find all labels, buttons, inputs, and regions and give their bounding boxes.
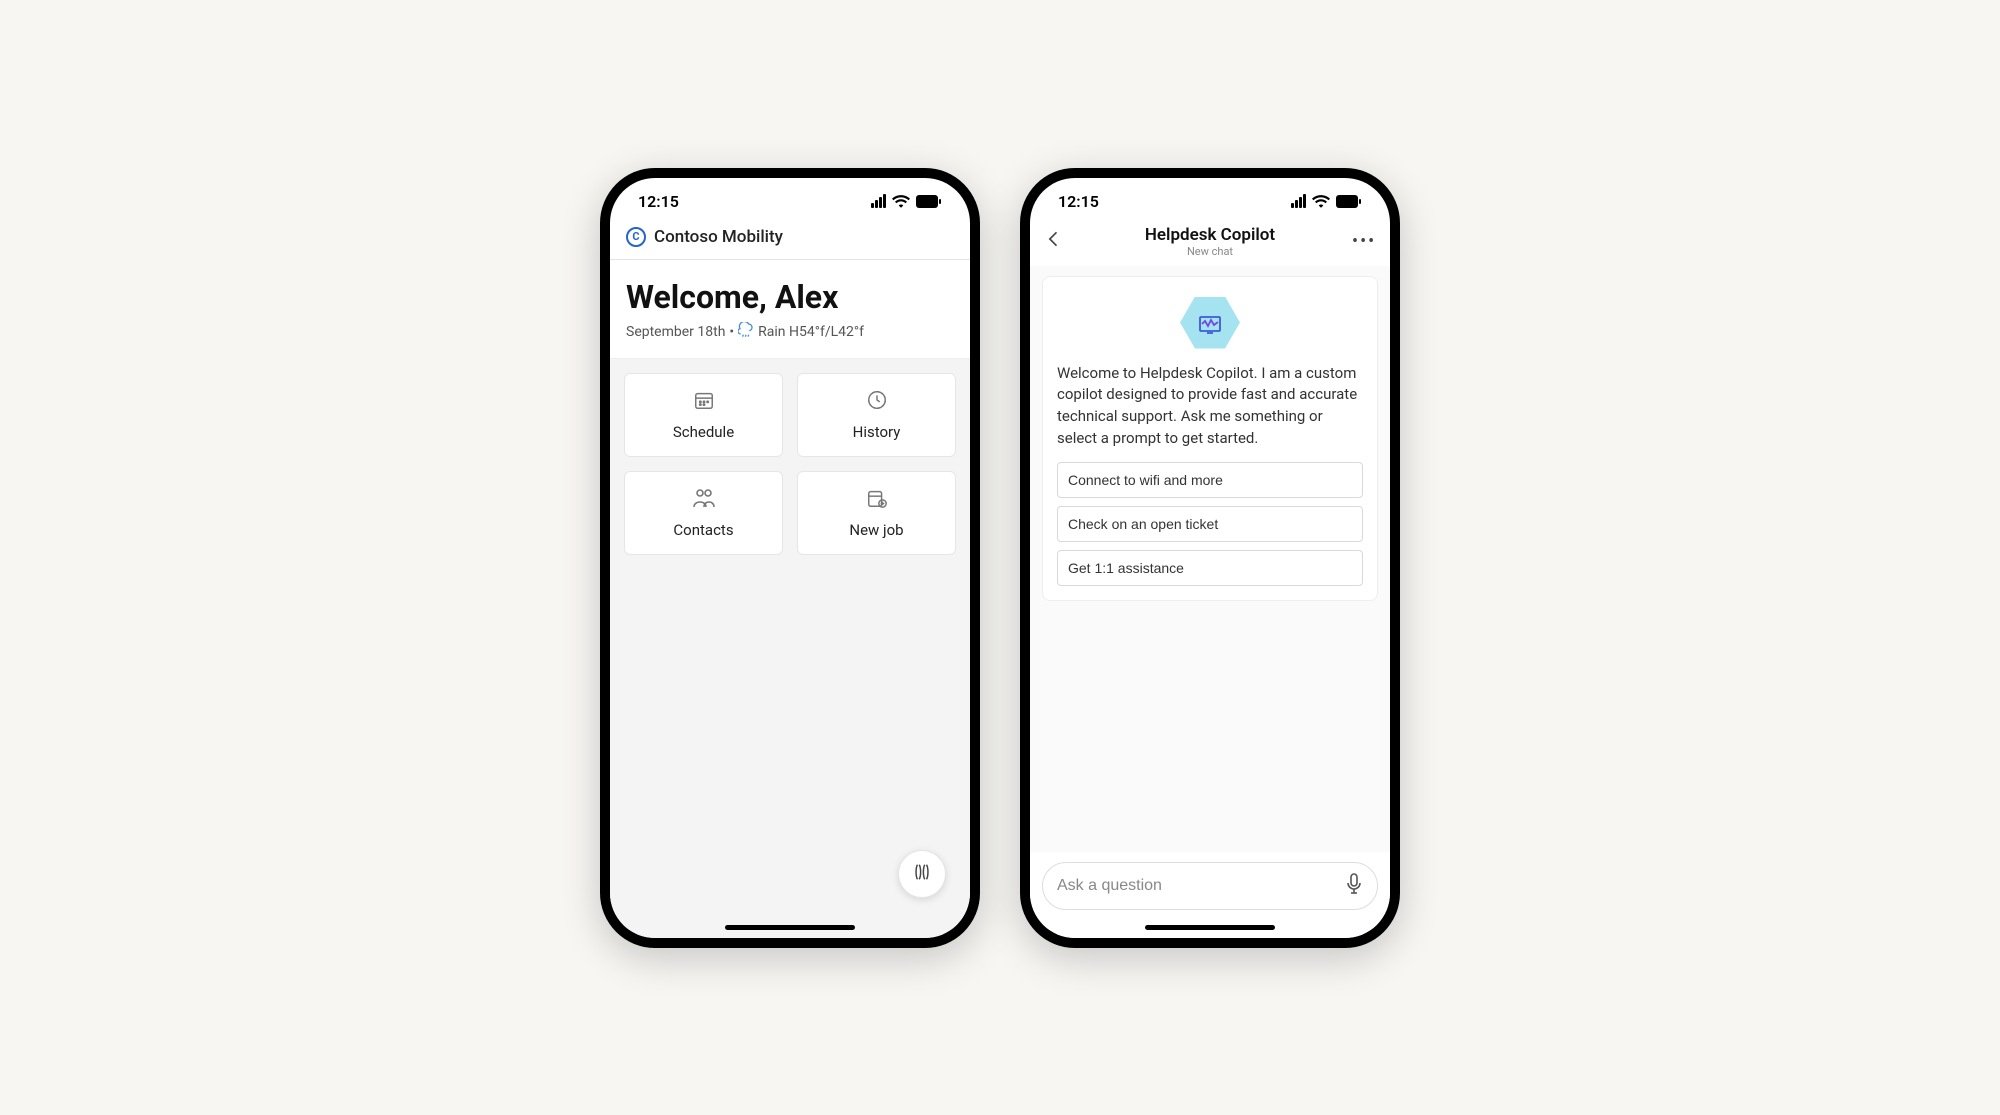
tile-label: Contacts	[673, 521, 733, 539]
tile-new-job[interactable]: New job	[797, 471, 956, 555]
more-menu-button[interactable]: •••	[1352, 231, 1376, 252]
chat-text-input[interactable]	[1057, 877, 1335, 895]
status-icons	[871, 194, 942, 208]
new-job-icon	[866, 487, 888, 513]
contoso-logo-icon: C	[626, 227, 646, 247]
battery-icon	[916, 195, 942, 208]
chat-title: Helpdesk Copilot	[1068, 225, 1352, 245]
status-time: 12:15	[1058, 192, 1099, 211]
tile-contacts[interactable]: Contacts	[624, 471, 783, 555]
status-icons	[1291, 194, 1362, 208]
prompt-wifi[interactable]: Connect to wifi and more	[1057, 462, 1363, 498]
tile-history[interactable]: History	[797, 373, 956, 457]
date-text: September 18th	[626, 324, 725, 340]
chat-input-container[interactable]	[1042, 862, 1378, 910]
tile-label: New job	[849, 521, 903, 539]
chat-header: Helpdesk Copilot New chat •••	[1030, 217, 1390, 266]
wifi-icon	[892, 194, 910, 208]
status-bar: 12:15	[610, 178, 970, 217]
battery-icon	[1336, 195, 1362, 208]
prompt-assistance[interactable]: Get 1:1 assistance	[1057, 550, 1363, 586]
people-icon	[692, 487, 716, 513]
weather-text: Rain H54°f/L42°f	[758, 324, 864, 340]
welcome-card: Welcome to Helpdesk Copilot. I am a cust…	[1042, 276, 1378, 601]
chat-subtitle: New chat	[1068, 245, 1352, 258]
tile-label: Schedule	[673, 423, 734, 441]
phone-frame-right: 12:15 Helpdesk Copilot New chat •••	[1020, 168, 1400, 948]
status-bar: 12:15	[1030, 178, 1390, 217]
app-header: C Contoso Mobility	[610, 217, 970, 260]
calendar-icon	[693, 389, 715, 415]
copilot-avatar-icon	[1057, 297, 1363, 349]
wifi-icon	[1312, 194, 1330, 208]
copilot-icon	[911, 861, 933, 887]
welcome-heading: Welcome, Alex	[626, 278, 954, 316]
history-icon	[866, 389, 888, 415]
mic-icon[interactable]	[1345, 873, 1363, 899]
welcome-hero: Welcome, Alex September 18th • Rain H54°…	[610, 260, 970, 359]
tile-label: History	[853, 423, 901, 441]
signal-icon	[871, 194, 886, 208]
app-name: Contoso Mobility	[654, 227, 783, 247]
chat-body: Welcome to Helpdesk Copilot. I am a cust…	[1030, 266, 1390, 852]
copilot-fab[interactable]	[898, 850, 946, 898]
home-indicator	[1145, 925, 1275, 930]
back-button[interactable]	[1044, 229, 1068, 253]
phone-frame-left: 12:15 C Contoso Mobility Welcome, Alex S…	[600, 168, 980, 948]
rain-icon	[738, 322, 754, 342]
tile-schedule[interactable]: Schedule	[624, 373, 783, 457]
home-indicator	[725, 925, 855, 930]
status-time: 12:15	[638, 192, 679, 211]
prompt-ticket[interactable]: Check on an open ticket	[1057, 506, 1363, 542]
signal-icon	[1291, 194, 1306, 208]
welcome-message: Welcome to Helpdesk Copilot. I am a cust…	[1057, 363, 1363, 450]
